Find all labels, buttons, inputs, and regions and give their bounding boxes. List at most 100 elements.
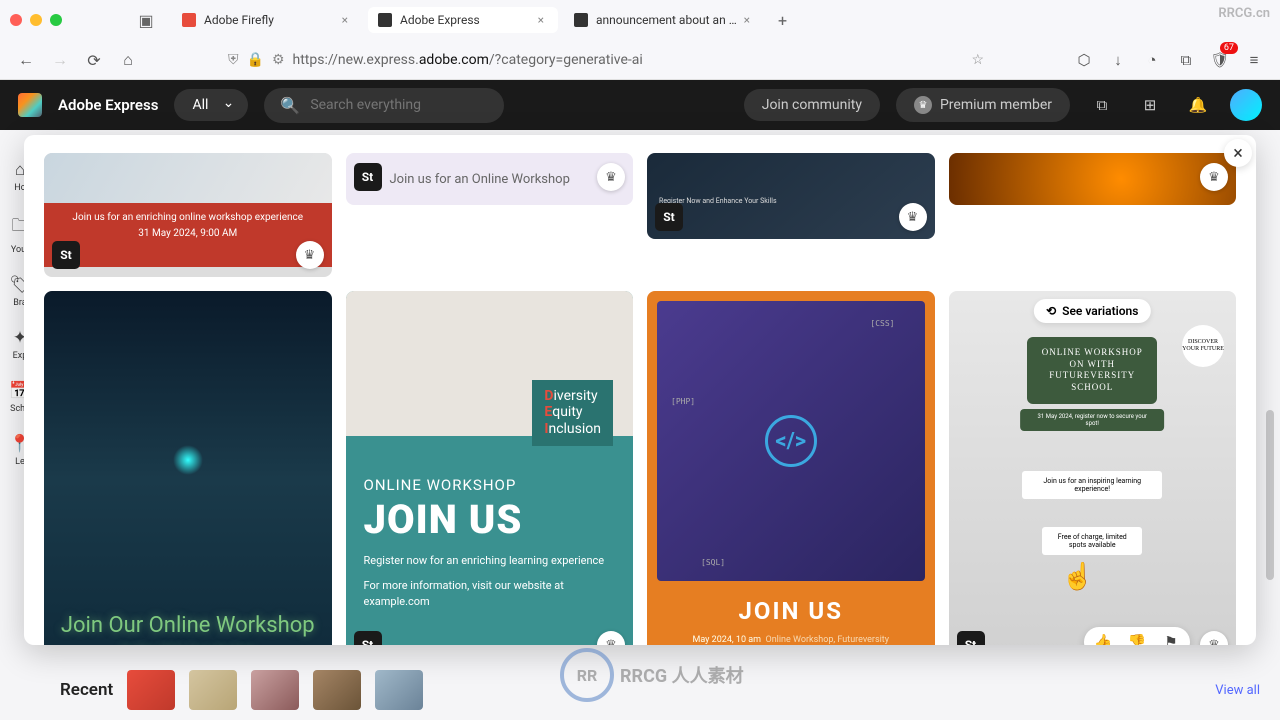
container-icon[interactable]: 🛡67 <box>1206 46 1234 74</box>
recent-thumbnail[interactable] <box>375 670 423 710</box>
template-card[interactable]: [CSS] [PHP] [SQL] </> JOIN US May 2024, … <box>647 291 935 645</box>
stock-badge-icon: St <box>957 631 985 645</box>
user-avatar[interactable] <box>1230 89 1262 121</box>
tab-announcement[interactable]: announcement about an upcom × <box>564 7 764 33</box>
app-logo-icon[interactable] <box>18 93 42 117</box>
scrollbar-vertical[interactable] <box>1266 410 1274 580</box>
thumbs-up-button[interactable]: 👍 <box>1092 631 1114 645</box>
flag-button[interactable]: ⚑ <box>1160 631 1182 645</box>
tab-close-icon[interactable]: × <box>534 13 548 27</box>
forward-button[interactable]: → <box>46 46 74 74</box>
recent-thumbnail[interactable] <box>313 670 361 710</box>
template-subtitle: ONLINE WORKSHOP <box>364 476 616 494</box>
template-headline: JOIN US <box>364 496 616 543</box>
permissions-icon[interactable]: ⚙ <box>272 52 285 68</box>
home-button[interactable]: ⌂ <box>114 46 142 74</box>
bookmark-star-icon[interactable]: ☆ <box>971 52 984 68</box>
window-maximize[interactable] <box>50 14 62 26</box>
notifications-icon[interactable]: 🔔 <box>1182 89 1214 121</box>
template-date: May 2024, 10 am Online Workshop, Futurev… <box>665 635 917 645</box>
template-title: Join us for an enriching online workshop… <box>54 211 322 224</box>
url-text: https://new.express.adobe.com/?category=… <box>293 52 643 68</box>
downloads-icon[interactable]: ↓ <box>1104 46 1132 74</box>
premium-badge-icon: ♛ <box>1200 631 1228 645</box>
premium-member-button[interactable]: ♛ Premium member <box>896 88 1070 122</box>
url-path: /?category=generative-ai <box>489 52 643 68</box>
stock-badge-icon: St <box>52 241 80 269</box>
template-date: 31 May 2024, register now to secure your… <box>1020 409 1164 431</box>
premium-badge-icon: ♛ <box>296 241 324 269</box>
watermark-circle-icon: RR <box>560 648 614 702</box>
template-headline: JOIN US <box>665 597 917 625</box>
shield-icon[interactable]: ⛨ <box>228 52 239 68</box>
extensions-icon[interactable]: ⧉ <box>1172 46 1200 74</box>
code-tag: [CSS] <box>870 319 894 328</box>
premium-badge-icon: ♛ <box>1200 163 1228 191</box>
template-card[interactable]: DDiversityiversity Equity Inclusion ONLI… <box>346 291 634 645</box>
template-text: Join us for an Online Workshop <box>390 172 570 187</box>
template-date: 31 May 2024, 9:00 AM <box>54 228 322 239</box>
template-card[interactable]: Register Now and Enhance Your Skills St … <box>647 153 935 239</box>
view-all-link[interactable]: View all <box>1215 683 1260 698</box>
watermark-logo: RR RRCG 人人素材 <box>560 648 744 702</box>
firefly-favicon-icon <box>182 13 196 27</box>
window-close[interactable] <box>10 14 22 26</box>
pocket-icon[interactable]: ⬡ <box>1070 46 1098 74</box>
template-gallery: Join us for an enriching online workshop… <box>24 135 1256 645</box>
express-favicon-icon <box>378 13 392 27</box>
tab-title: Adobe Firefly <box>204 13 338 27</box>
recent-label: Recent <box>60 680 113 700</box>
url-prefix: https://new.express. <box>293 52 419 68</box>
thumbs-down-button[interactable]: 👎 <box>1126 631 1148 645</box>
back-button[interactable]: ← <box>12 46 40 74</box>
search-input[interactable] <box>310 97 488 113</box>
tab-express[interactable]: Adobe Express × <box>368 7 558 33</box>
tab-close-icon[interactable]: × <box>338 13 352 27</box>
filter-dropdown[interactable]: All <box>174 89 248 121</box>
search-box[interactable]: 🔍 <box>264 88 504 123</box>
reload-button[interactable]: ⟳ <box>80 46 108 74</box>
template-callout: Free of charge, limited spots available <box>1042 527 1142 555</box>
recent-thumbnail[interactable] <box>189 670 237 710</box>
template-banner: ONLINE WORKSHOP ON WITH FUTUREVERSITY SC… <box>1027 337 1157 404</box>
tab-close-icon[interactable]: × <box>740 13 754 27</box>
discover-badge: DISCOVER YOUR FUTURE <box>1182 325 1224 367</box>
see-variations-label: See variations <box>1062 304 1138 318</box>
template-body: Register now for an enriching learning e… <box>364 553 616 568</box>
feedback-actions: 👍 👎 ⚑ <box>1084 627 1190 645</box>
account-icon[interactable]: ◔ <box>1138 46 1166 74</box>
template-thumbnail <box>44 153 332 203</box>
sidebar-toggle-icon[interactable]: ▣ <box>134 8 158 32</box>
join-community-button[interactable]: Join community <box>744 89 880 121</box>
tab-title: announcement about an upcom <box>596 13 740 27</box>
badge-count: 67 <box>1220 42 1238 54</box>
url-bar[interactable]: ⛨ 🔒 ⚙ https://new.express.adobe.com/?cat… <box>218 52 994 68</box>
watermark-text: RRCG 人人素材 <box>620 662 744 688</box>
template-card[interactable]: Join us for an Online Workshop St ♛ <box>346 153 634 205</box>
menu-icon[interactable]: ≡ <box>1240 46 1268 74</box>
window-minimize[interactable] <box>30 14 42 26</box>
tab-title: Adobe Express <box>400 13 534 27</box>
variations-icon: ⟲ <box>1046 304 1056 318</box>
url-domain: adobe.com <box>419 52 489 68</box>
recent-thumbnail[interactable] <box>127 670 175 710</box>
template-image-area: [CSS] [PHP] [SQL] </> <box>657 301 925 581</box>
template-card[interactable]: ♛ <box>949 153 1237 205</box>
template-card[interactable]: Join us for an enriching online workshop… <box>44 153 332 277</box>
new-tab-button[interactable]: + <box>768 7 797 34</box>
tab-firefly[interactable]: Adobe Firefly × <box>172 7 362 33</box>
tab-bar: ▣ Adobe Firefly × Adobe Express × announ… <box>0 0 1280 40</box>
see-variations-button[interactable]: ⟲ See variations <box>1034 299 1150 323</box>
apps-grid-icon[interactable]: ⊞ <box>1134 89 1166 121</box>
window-controls <box>10 14 82 26</box>
template-card-hover[interactable]: ⟲ See variations DISCOVER YOUR FUTURE ON… <box>949 291 1237 645</box>
app-name: Adobe Express <box>58 96 158 114</box>
crown-icon: ♛ <box>914 96 932 114</box>
template-card[interactable]: Join Our Online Workshop 31 May 2024, Sa… <box>44 291 332 645</box>
share-icon[interactable]: ⧉ <box>1086 89 1118 121</box>
recent-thumbnail[interactable] <box>251 670 299 710</box>
close-overlay-button[interactable]: × <box>1224 139 1252 167</box>
template-body: For more information, visit our website … <box>364 578 616 609</box>
lock-icon[interactable]: 🔒 <box>247 52 264 68</box>
dei-box: DDiversityiversity Equity Inclusion <box>532 380 613 446</box>
